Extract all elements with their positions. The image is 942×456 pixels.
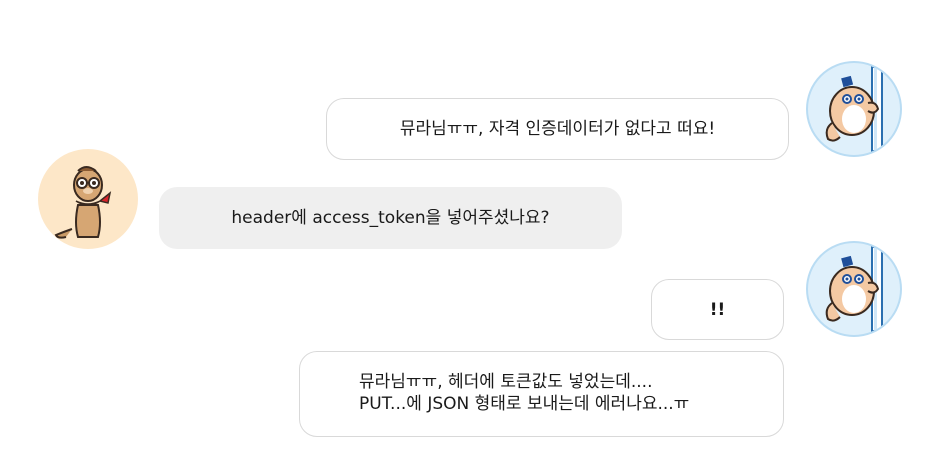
user-avatar xyxy=(806,61,902,157)
message-text-line: PUT...에 JSON 형태로 보내는데 에러나요...ㅠ xyxy=(359,394,690,414)
message-text-line: 뮤라님ㅠㅠ, 헤더에 토큰값도 넣었는데.... xyxy=(359,372,653,392)
message-text: !! xyxy=(709,299,726,320)
outgoing-message-bubble: !! xyxy=(651,279,784,340)
hamster-peeking-icon xyxy=(825,66,883,152)
hamster-peeking-icon xyxy=(825,246,883,332)
message-text: header에 access_token을 넣어주셨나요? xyxy=(231,208,550,228)
user-avatar xyxy=(806,241,902,337)
message-text: 뮤라님ㅠㅠ, 자격 인증데이터가 없다고 떠요! xyxy=(399,119,716,139)
meerkat-with-scarf-icon xyxy=(54,166,112,239)
outgoing-message-bubble: 뮤라님ㅠㅠ, 헤더에 토큰값도 넣었는데.... PUT...에 JSON 형태… xyxy=(299,351,784,437)
bot-avatar xyxy=(38,149,138,249)
outgoing-message-bubble: 뮤라님ㅠㅠ, 자격 인증데이터가 없다고 떠요! xyxy=(326,98,789,160)
incoming-message-bubble: header에 access_token을 넣어주셨나요? xyxy=(159,187,622,249)
